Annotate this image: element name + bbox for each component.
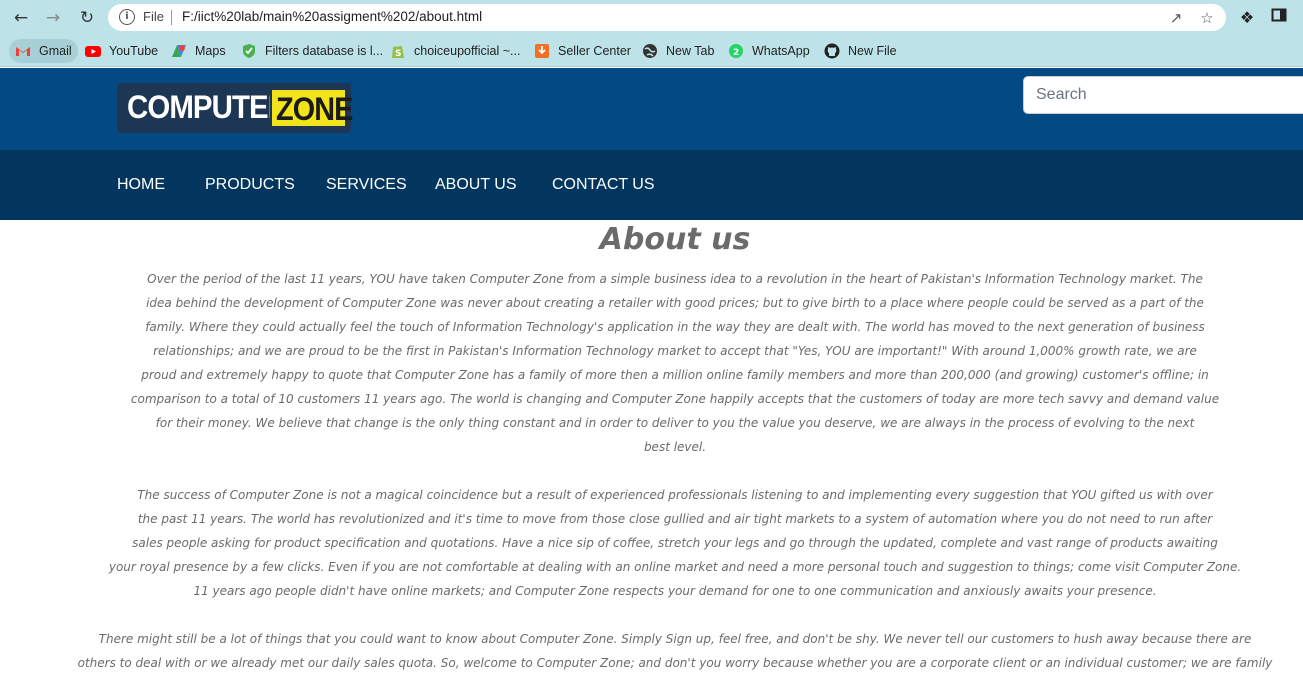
address-separator bbox=[171, 10, 172, 25]
file-label: File bbox=[143, 9, 164, 24]
bookmark-choiceupofficial[interactable]: S choiceupofficial ~... bbox=[384, 39, 526, 63]
whatsapp-icon: 2 bbox=[728, 43, 744, 59]
page-title: About us bbox=[599, 222, 751, 257]
computer-zone-logo[interactable]: COMPUTER ZONE bbox=[117, 83, 353, 133]
search-input[interactable] bbox=[1023, 76, 1303, 114]
svg-text:2: 2 bbox=[733, 48, 739, 58]
forward-arrow-icon[interactable]: → bbox=[41, 6, 65, 30]
shield-icon bbox=[241, 43, 257, 59]
nav-about-us[interactable]: ABOUT US bbox=[435, 176, 517, 194]
logo-zone-box: ZONE bbox=[270, 88, 353, 128]
url-text[interactable]: F:/iict%20lab/main%20assigment%202/about… bbox=[182, 9, 482, 24]
bookmark-seller-center[interactable]: Seller Center bbox=[528, 39, 637, 63]
star-icon[interactable]: ☆ bbox=[1198, 9, 1216, 27]
side-panel-icon[interactable] bbox=[1268, 7, 1290, 29]
site-header: COMPUTER ZONE bbox=[0, 68, 1303, 150]
nav-contact-us[interactable]: CONTACT US bbox=[552, 176, 655, 194]
reload-icon[interactable]: ↻ bbox=[75, 6, 99, 30]
maps-icon bbox=[171, 43, 187, 59]
shopify-icon: S bbox=[390, 43, 406, 59]
main-nav: HOME PRODUCTS SERVICES ABOUT US CONTACT … bbox=[0, 150, 1303, 220]
bookmark-filters-database[interactable]: Filters database is l... bbox=[235, 39, 389, 63]
seller-center-icon bbox=[534, 43, 550, 59]
extensions-puzzle-icon[interactable]: ❖ bbox=[1236, 7, 1258, 29]
nav-products[interactable]: PRODUCTS bbox=[205, 176, 295, 194]
bookmark-youtube[interactable]: YouTube bbox=[79, 39, 164, 63]
globe-icon bbox=[642, 43, 658, 59]
youtube-icon bbox=[85, 43, 101, 59]
bookmark-gmail[interactable]: Gmail bbox=[9, 39, 78, 63]
bookmark-whatsapp[interactable]: 2 WhatsApp bbox=[722, 39, 816, 63]
bookmark-new-file[interactable]: New File bbox=[818, 39, 903, 63]
bookmark-new-tab[interactable]: New Tab bbox=[636, 39, 720, 63]
bookmark-maps[interactable]: Maps bbox=[165, 39, 232, 63]
svg-text:S: S bbox=[395, 49, 401, 59]
logo-text-computer: COMPUTER bbox=[127, 89, 289, 125]
logo-text-zone: ZONE bbox=[276, 91, 353, 127]
browser-toolbar: ← → ↻ i File F:/iict%20lab/main%20assigm… bbox=[0, 0, 1303, 36]
about-paragraph-2: The success of Computer Zone is not a ma… bbox=[108, 488, 1242, 598]
bookmarks-bar: Gmail YouTube Maps Filters database is l… bbox=[0, 36, 1303, 67]
share-icon[interactable]: ↗ bbox=[1167, 9, 1185, 27]
info-icon[interactable]: i bbox=[119, 9, 135, 25]
about-paragraph-1: Over the period of the last 11 years, YO… bbox=[130, 272, 1220, 454]
nav-home[interactable]: HOME bbox=[117, 176, 165, 194]
nav-services[interactable]: SERVICES bbox=[326, 176, 407, 194]
gmail-icon bbox=[15, 43, 31, 59]
github-icon bbox=[824, 43, 840, 59]
address-bar[interactable]: i File F:/iict%20lab/main%20assigment%20… bbox=[108, 4, 1226, 31]
back-arrow-icon[interactable]: ← bbox=[9, 6, 33, 30]
